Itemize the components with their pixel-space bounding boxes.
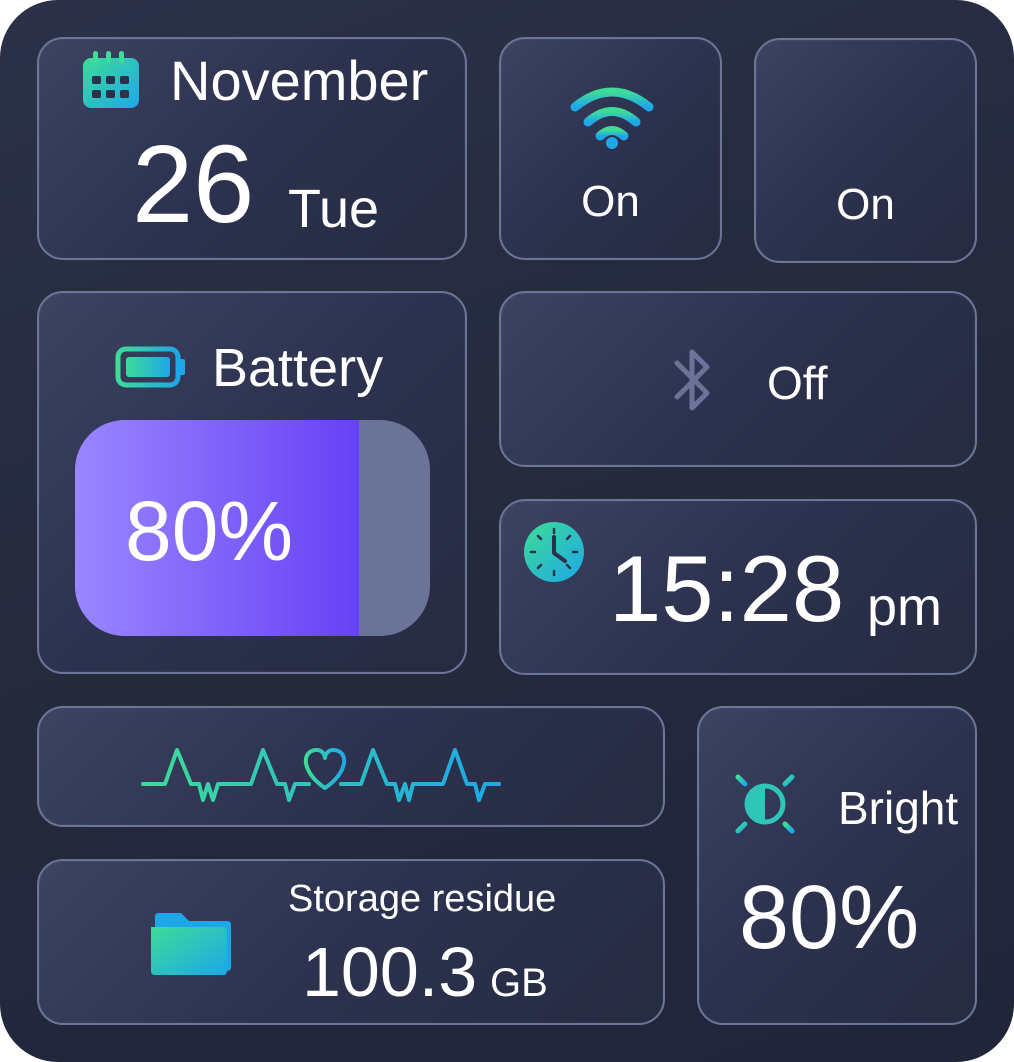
brightness-percent: 80% (739, 868, 920, 968)
cellular-status: On (836, 180, 895, 229)
bluetooth-status: Off (767, 357, 828, 409)
month-label: November (170, 49, 429, 112)
storage-card: Storage residue 100.3 GB (37, 859, 665, 1025)
day-number: 26 (132, 123, 255, 246)
signal-bars-icon (836, 88, 895, 152)
widget-dashboard: November 26 Tue On On Battery 80% Off 15… (0, 0, 1014, 1062)
clock-icon (524, 522, 584, 582)
brightness-title: Bright (838, 782, 959, 834)
date-card[interactable]: November 26 Tue (37, 37, 467, 260)
wifi-icon (570, 87, 654, 149)
cellular-card[interactable]: On (754, 38, 977, 263)
heart-rate-card (37, 706, 665, 827)
storage-title: Storage residue (288, 878, 557, 920)
battery-level-bar: 80% (75, 420, 430, 636)
weekday-label: Tue (288, 179, 380, 239)
battery-card: Battery 80% (37, 291, 467, 674)
bluetooth-card[interactable]: Off (499, 291, 977, 467)
battery-percent: 80% (125, 484, 294, 578)
storage-value: 100.3 (302, 933, 478, 1011)
clock-time: 15:28 (609, 536, 845, 641)
calendar-icon (83, 51, 139, 108)
brightness-card[interactable]: Bright 80% (697, 706, 977, 1025)
wifi-status: On (581, 177, 640, 226)
clock-card: 15:28 pm (499, 499, 977, 675)
storage-unit: GB (490, 961, 548, 1005)
heartbeat-icon (141, 748, 501, 802)
folder-icon (151, 913, 231, 975)
bluetooth-icon (674, 349, 710, 411)
battery-title: Battery (212, 338, 384, 398)
battery-icon (115, 346, 185, 388)
brightness-icon (724, 763, 806, 845)
wifi-card[interactable]: On (499, 37, 722, 260)
clock-period: pm (867, 577, 943, 637)
